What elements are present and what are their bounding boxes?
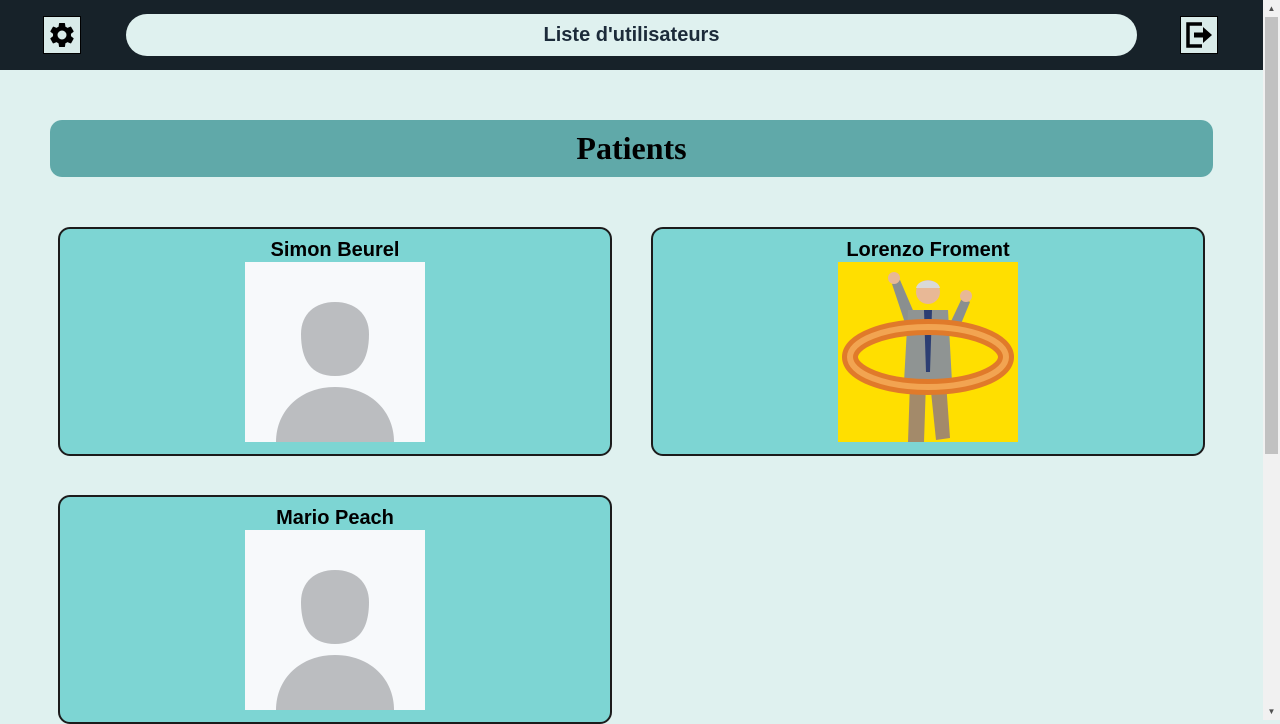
section-title: Patients <box>50 120 1213 177</box>
settings-button[interactable] <box>43 16 81 54</box>
patient-avatar <box>245 530 425 710</box>
patient-card[interactable]: Mario Peach <box>58 495 612 724</box>
scroll-up-icon[interactable]: ▲ <box>1263 0 1280 17</box>
default-avatar-icon <box>245 262 425 442</box>
vertical-scrollbar[interactable]: ▲ ▼ <box>1263 0 1280 720</box>
default-avatar-icon <box>245 530 425 710</box>
scroll-thumb[interactable] <box>1265 17 1278 454</box>
page-title: Liste d'utilisateurs <box>126 14 1137 56</box>
patient-name: Mario Peach <box>276 507 394 529</box>
logout-icon <box>1186 22 1212 48</box>
patient-photo <box>838 262 1018 442</box>
patient-card[interactable]: Lorenzo Froment <box>651 227 1205 456</box>
patient-card[interactable]: Simon Beurel <box>58 227 612 456</box>
patient-name: Simon Beurel <box>270 239 400 261</box>
patient-photo-image <box>838 262 1018 442</box>
patient-name: Lorenzo Froment <box>846 239 1010 261</box>
top-bar: Liste d'utilisateurs <box>0 0 1263 70</box>
patient-avatar <box>245 262 425 442</box>
logout-button[interactable] <box>1180 16 1218 54</box>
gear-icon <box>50 22 74 47</box>
scroll-down-icon[interactable]: ▼ <box>1263 703 1280 720</box>
